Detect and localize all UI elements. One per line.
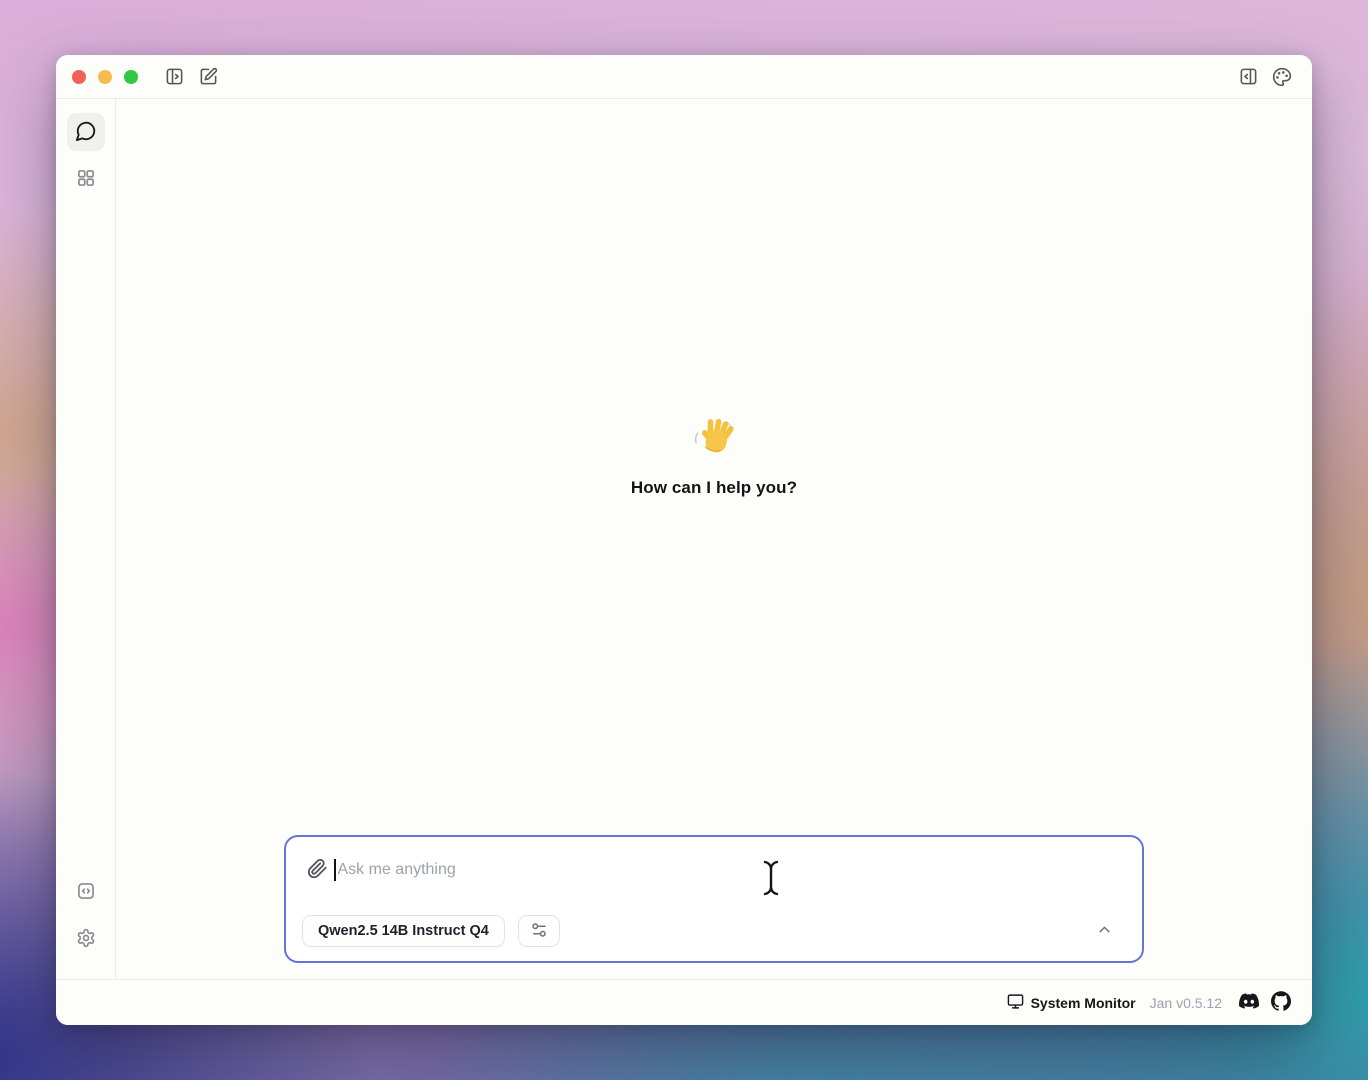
app-version-label: Jan v0.5.12 bbox=[1150, 995, 1222, 1011]
sidebar-item-settings[interactable] bbox=[67, 920, 105, 958]
new-chat-button[interactable] bbox=[194, 63, 222, 91]
theme-palette-icon bbox=[1272, 67, 1292, 87]
titlebar bbox=[56, 55, 1312, 99]
github-icon bbox=[1271, 991, 1291, 1014]
model-selector-label: Qwen2.5 14B Instruct Q4 bbox=[318, 923, 489, 939]
composer: Qwen2.5 14B Instruct Q4 bbox=[284, 835, 1144, 963]
composer-collapse-button[interactable] bbox=[1090, 917, 1118, 945]
discord-icon bbox=[1239, 991, 1259, 1014]
sidebar-item-threads[interactable] bbox=[67, 113, 105, 151]
sidebar-item-hub[interactable] bbox=[67, 160, 105, 198]
settings-gear-icon bbox=[76, 928, 96, 951]
attach-file-button[interactable] bbox=[302, 855, 332, 885]
greeting: How can I help you? bbox=[514, 415, 914, 498]
footer: System Monitor Jan v0.5.12 bbox=[56, 979, 1312, 1025]
github-link-button[interactable] bbox=[1268, 990, 1294, 1016]
waving-hand-emoji bbox=[691, 415, 737, 466]
panel-right-toggle-button[interactable] bbox=[1234, 63, 1262, 91]
text-caret bbox=[334, 859, 336, 881]
system-monitor-label: System Monitor bbox=[1031, 995, 1136, 1011]
panel-left-toggle-button[interactable] bbox=[160, 63, 188, 91]
minimize-button[interactable] bbox=[98, 70, 112, 84]
composer-input-row bbox=[302, 851, 1126, 889]
local-api-server-icon bbox=[76, 881, 96, 904]
jan-app-window: How can I help you? bbox=[56, 55, 1312, 1025]
greeting-title: How can I help you? bbox=[514, 478, 914, 498]
main-content: How can I help you? bbox=[116, 99, 1312, 979]
discord-link-button[interactable] bbox=[1236, 990, 1262, 1016]
window-body: How can I help you? bbox=[56, 99, 1312, 979]
paperclip-icon bbox=[307, 858, 328, 882]
traffic-lights bbox=[72, 70, 138, 84]
chevron-up-icon bbox=[1096, 921, 1113, 941]
chat-bubble-icon bbox=[75, 120, 97, 145]
close-button[interactable] bbox=[72, 70, 86, 84]
prompt-input[interactable] bbox=[338, 861, 1127, 879]
composer-toolbar-row: Qwen2.5 14B Instruct Q4 bbox=[302, 915, 1126, 947]
monitor-icon bbox=[1007, 993, 1024, 1013]
system-monitor-button[interactable]: System Monitor bbox=[1007, 993, 1136, 1013]
sidebar bbox=[56, 99, 116, 979]
panel-right-toggle-icon bbox=[1239, 67, 1258, 86]
sidebar-item-local-api-server[interactable] bbox=[67, 873, 105, 911]
new-chat-icon bbox=[199, 67, 218, 86]
model-settings-button[interactable] bbox=[518, 915, 560, 947]
panel-left-toggle-icon bbox=[165, 67, 184, 86]
model-selector-button[interactable]: Qwen2.5 14B Instruct Q4 bbox=[302, 915, 505, 947]
theme-palette-button[interactable] bbox=[1268, 63, 1296, 91]
maximize-button[interactable] bbox=[124, 70, 138, 84]
hub-grid-icon bbox=[76, 168, 96, 191]
sliders-icon bbox=[530, 921, 548, 942]
